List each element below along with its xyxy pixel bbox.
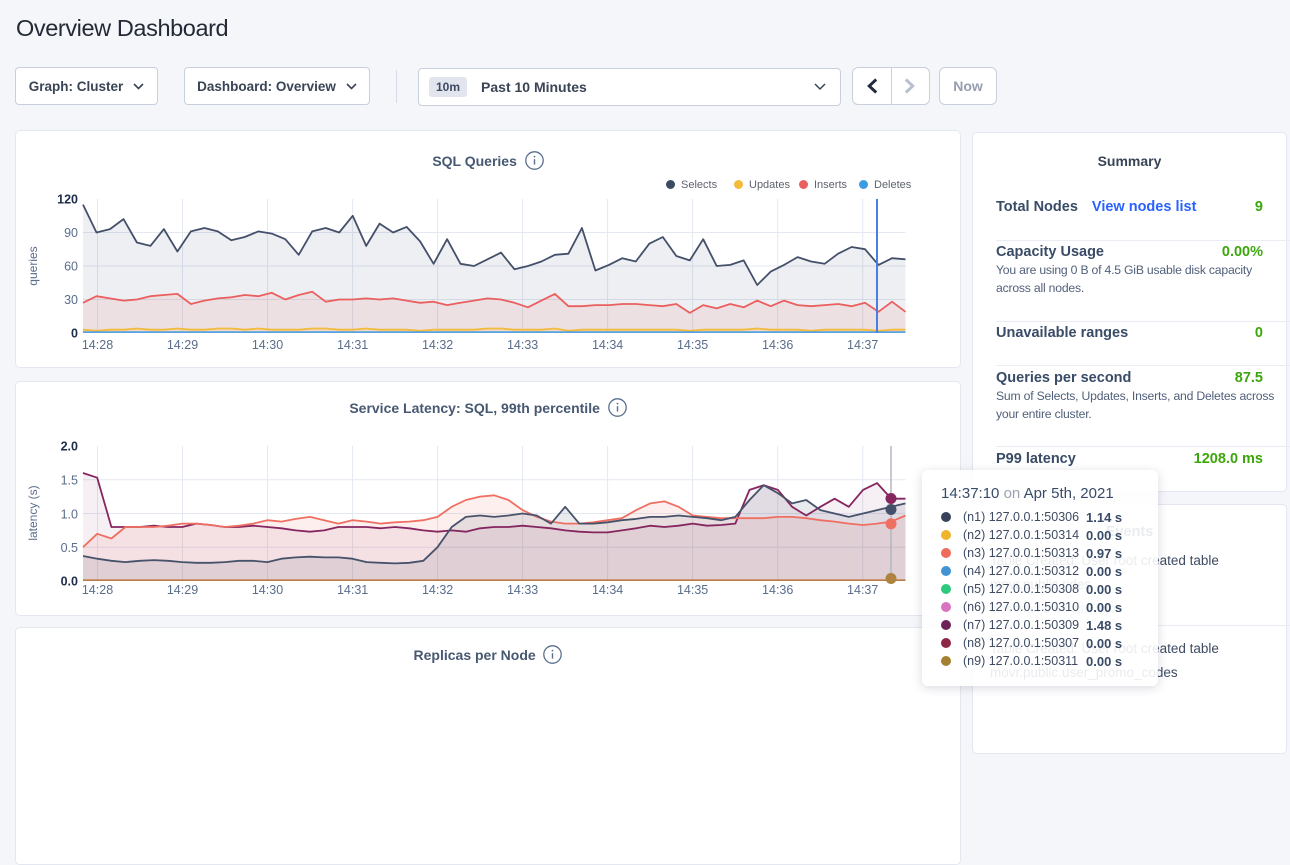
svg-text:14:37: 14:37	[847, 583, 878, 597]
svg-text:14:36: 14:36	[762, 583, 793, 597]
svg-text:1.0: 1.0	[61, 507, 78, 521]
svg-text:queries: queries	[26, 246, 40, 285]
svg-text:latency (s): latency (s)	[26, 485, 40, 540]
svg-text:14:37: 14:37	[847, 338, 878, 352]
svg-text:14:36: 14:36	[762, 338, 793, 352]
svg-text:30: 30	[64, 293, 78, 307]
svg-text:2.0: 2.0	[61, 440, 78, 454]
svg-text:14:32: 14:32	[422, 338, 453, 352]
svg-text:14:31: 14:31	[337, 338, 368, 352]
svg-text:14:33: 14:33	[507, 338, 538, 352]
svg-text:0: 0	[71, 327, 78, 341]
svg-text:0.0: 0.0	[61, 575, 78, 589]
svg-text:14:34: 14:34	[592, 583, 623, 597]
svg-text:1.5: 1.5	[61, 474, 78, 488]
svg-text:14:30: 14:30	[252, 338, 283, 352]
svg-text:60: 60	[64, 260, 78, 274]
svg-text:14:32: 14:32	[422, 583, 453, 597]
svg-text:14:30: 14:30	[252, 583, 283, 597]
svg-text:14:34: 14:34	[592, 338, 623, 352]
svg-text:14:33: 14:33	[507, 583, 538, 597]
svg-text:0.5: 0.5	[61, 541, 78, 555]
svg-text:14:28: 14:28	[82, 583, 113, 597]
svg-text:14:31: 14:31	[337, 583, 368, 597]
svg-text:14:28: 14:28	[82, 338, 113, 352]
svg-text:14:35: 14:35	[677, 338, 708, 352]
svg-text:90: 90	[64, 226, 78, 240]
svg-text:120: 120	[57, 193, 78, 207]
svg-text:14:29: 14:29	[167, 338, 198, 352]
svg-text:14:29: 14:29	[167, 583, 198, 597]
svg-text:14:35: 14:35	[677, 583, 708, 597]
